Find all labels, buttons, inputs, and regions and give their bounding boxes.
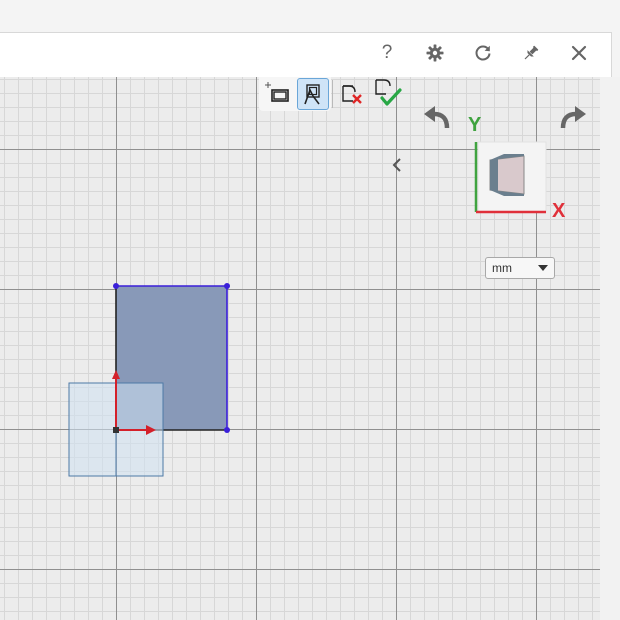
cancel-icon [342,85,362,104]
close-button[interactable] [564,38,594,68]
view-cube-x-label: X [552,200,566,222]
select-lasso-tool[interactable] [297,78,329,110]
collapse-panel-button[interactable] [386,154,408,176]
rotate-right-button[interactable] [558,104,590,136]
rotate-left-icon [424,106,450,129]
help-button[interactable]: ? [372,38,402,68]
vertex-point[interactable] [224,283,230,289]
refresh-button[interactable] [468,38,498,68]
panel-gutter [600,77,620,620]
chevron-left-icon [392,158,401,172]
vertex-point[interactable] [224,427,230,433]
cancel-sketch-tool[interactable] [336,78,368,110]
confirm-icon [375,79,402,106]
select-box-icon [265,82,289,102]
view-cube-y-label: Y [468,114,482,136]
help-icon: ? [381,42,393,63]
view-cube[interactable] [466,134,556,224]
pin-button[interactable] [516,38,546,68]
chevron-down-icon [538,265,548,271]
finish-sketch-tool[interactable] [370,76,402,108]
vertex-point[interactable] [113,283,119,289]
rotate-left-button[interactable] [420,104,452,136]
top-strip [0,0,620,32]
select-lasso-icon [304,84,320,105]
close-icon [571,45,587,61]
settings-button[interactable] [420,38,450,68]
units-dropdown[interactable]: mm [485,257,555,279]
rotate-right-icon [560,106,586,129]
gear-icon [426,44,444,62]
pin-icon [524,45,539,60]
origin-point[interactable] [113,427,119,433]
view-cube-face-side[interactable] [490,158,498,192]
refresh-icon [475,45,491,61]
toolbar-separator [332,80,333,108]
select-box-tool[interactable] [262,78,294,110]
units-value: mm [492,261,512,275]
